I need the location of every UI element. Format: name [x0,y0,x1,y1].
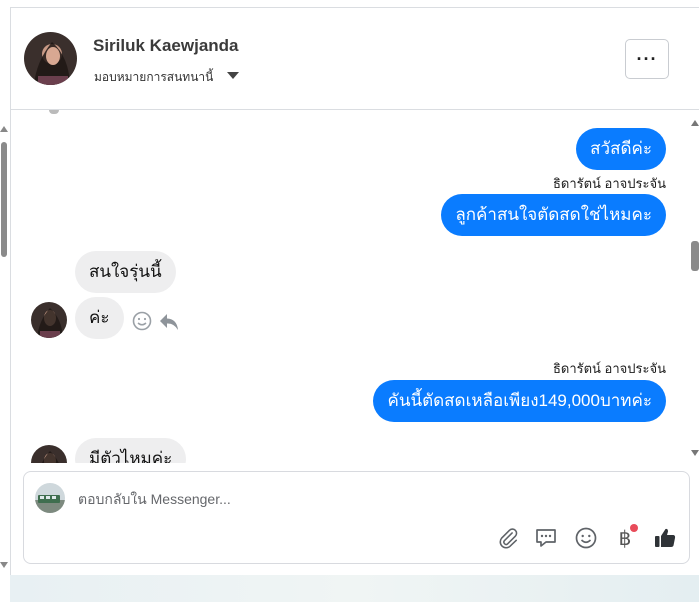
more-options-button[interactable]: ··· [625,39,669,79]
contact-name[interactable]: Siriluk Kaewjanda [93,36,239,56]
reply-composer: ฿ [23,471,690,564]
contact-avatar-small[interactable] [31,445,67,463]
message-outgoing[interactable]: ลูกค้าสนใจตัดสดใช่ไหมคะ [441,194,666,236]
message-outgoing[interactable]: คันนี้ตัดสดเหลือเพียง149,000บาทค่ะ [373,380,666,422]
conversation-header: Siriluk Kaewjanda มอบหมายการสนทนานี้ ··· [11,8,699,110]
scroll-up-arrow-icon[interactable] [0,126,8,132]
contact-avatar-small[interactable] [31,302,67,338]
scroll-down-arrow-icon[interactable] [691,450,699,456]
scroll-thumb[interactable] [1,142,7,257]
scroll-up-arrow-icon[interactable] [691,120,699,126]
page-scrollbar[interactable] [0,120,8,575]
chat-bubble-icon[interactable] [532,524,560,552]
thread-scrollbar[interactable] [690,120,699,456]
message-incoming[interactable]: ค่ะ [75,297,124,339]
scroll-thumb[interactable] [691,241,699,271]
smiley-icon[interactable] [572,524,600,552]
avatar-fragment [49,110,59,114]
reply-arrow-icon[interactable] [159,313,179,337]
message-outgoing[interactable]: สวัสดีค่ะ [576,128,666,170]
conversation-panel: Siriluk Kaewjanda มอบหมายการสนทนานี้ ···… [10,7,699,575]
scroll-down-arrow-icon[interactable] [0,562,8,568]
react-smiley-icon[interactable] [132,311,152,337]
contact-avatar[interactable] [24,32,77,85]
thumbs-up-icon[interactable] [651,524,679,552]
baht-icon[interactable]: ฿ [611,524,639,552]
sender-label: ธิดารัตน์ อาจประจัน [552,176,666,191]
sender-label: ธิดารัตน์ อาจประจัน [552,361,666,376]
page-thumbnail [35,483,65,513]
paperclip-icon[interactable] [494,524,522,552]
message-incoming[interactable]: สนใจรุ่นนี้ [75,251,176,293]
messenger-page: Siriluk Kaewjanda มอบหมายการสนทนานี้ ···… [0,0,699,602]
caret-down-icon[interactable] [227,72,239,79]
assign-conversation-label[interactable]: มอบหมายการสนทนานี้ [94,68,213,87]
reply-input[interactable] [78,486,478,512]
notification-dot [630,524,638,532]
message-incoming[interactable]: มีตัวไหมค่ะ [75,438,187,463]
background-strip [10,575,699,602]
message-thread[interactable]: สวัสดีค่ะ ธิดารัตน์ อาจประจัน ลูกค้าสนใจ… [11,110,699,463]
